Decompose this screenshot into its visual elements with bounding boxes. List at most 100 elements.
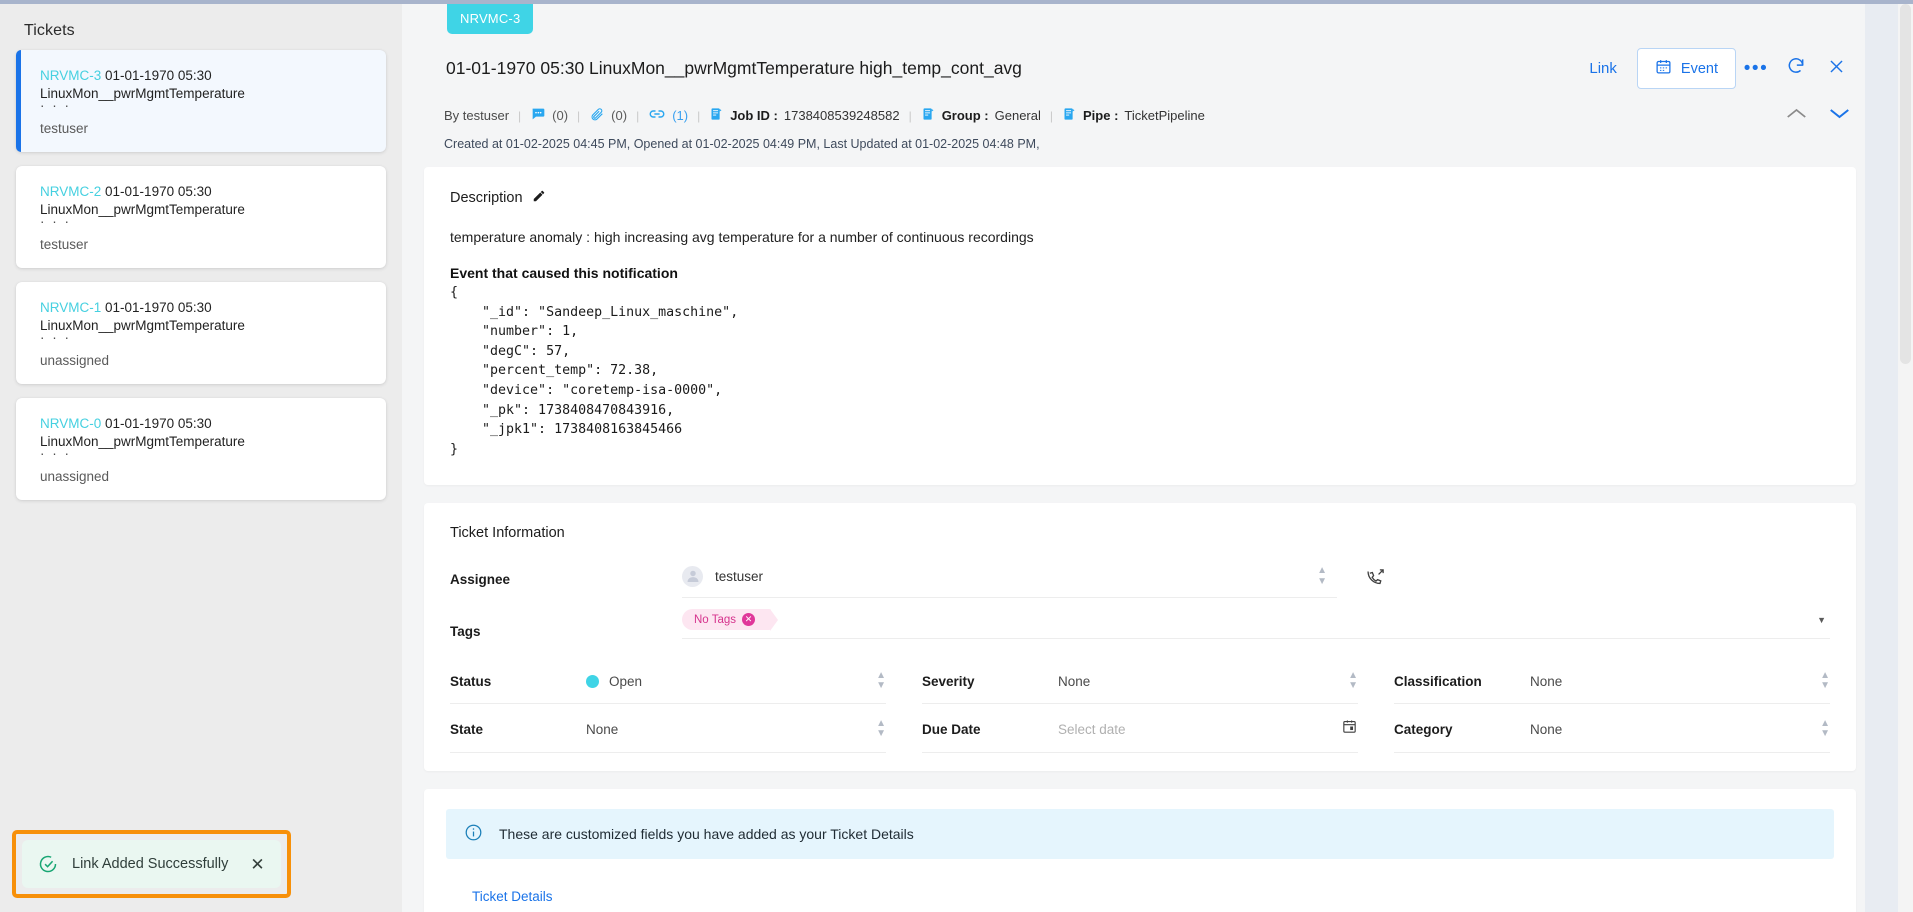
description-label: Description: [450, 190, 523, 206]
phone-forward-icon[interactable]: [1365, 567, 1386, 593]
ticket-subject: LinuxMon__pwrMgmtTemperature: [40, 318, 245, 333]
ticket-header: NRVMC-3 01-01-1970 05:30 LinuxMon__pwrMg…: [402, 4, 1880, 167]
tags-input[interactable]: No Tags ✕ ▼: [682, 606, 1830, 640]
job-id-field: Job ID : 1738408539248582: [709, 106, 900, 125]
list-item[interactable]: NRVMC-2 01-01-1970 05:30 LinuxMon__pwrMg…: [16, 166, 386, 268]
job-id-label: Job ID :: [730, 108, 778, 123]
calendar-icon: [1655, 58, 1672, 79]
event-button-label: Event: [1680, 60, 1718, 77]
tab-ticket-details[interactable]: Ticket Details: [446, 879, 579, 912]
calendar-icon[interactable]: [1341, 718, 1358, 740]
ticket-code[interactable]: NRVMC-2: [40, 184, 101, 199]
sidebar-title: Tickets: [24, 22, 75, 39]
assignee-label: Assignee: [450, 572, 511, 588]
paperclip-icon: [589, 106, 605, 125]
info-banner-text: These are customized fields you have add…: [499, 826, 914, 843]
attachments-count: (0): [611, 108, 628, 123]
event-button[interactable]: Event: [1636, 48, 1736, 89]
ticket-code[interactable]: NRVMC-1: [40, 300, 101, 315]
description-card: Description temperature anomaly : high i…: [424, 167, 1856, 486]
next-ticket-button[interactable]: [1829, 107, 1850, 125]
status-value: Open: [609, 673, 643, 689]
group-value: General: [994, 108, 1041, 123]
refresh-button[interactable]: [1776, 50, 1816, 88]
state-caret-icon[interactable]: ▲ ▼: [876, 719, 886, 739]
ticket-truncation: · · ·: [40, 214, 71, 229]
event-section-title: Event that caused this notification: [450, 265, 678, 281]
category-caret-icon[interactable]: ▲ ▼: [1820, 719, 1830, 739]
event-json: { "_id": "Sandeep_Linux_maschine", "numb…: [450, 285, 739, 457]
field-status[interactable]: Status Open ▲ ▼: [450, 657, 886, 705]
ticket-code[interactable]: NRVMC-3: [40, 68, 101, 83]
ticket-datetime: 01-01-1970 05:30: [105, 184, 212, 199]
check-circle-icon: [38, 854, 58, 874]
links-indicator[interactable]: (1): [648, 105, 688, 126]
status-caret-icon[interactable]: ▲ ▼: [876, 671, 886, 691]
job-icon: [709, 106, 724, 125]
edit-icon[interactable]: [532, 189, 546, 207]
more-options-button[interactable]: •••: [1736, 50, 1776, 88]
section-title: Ticket Information: [450, 525, 565, 542]
link-chain-icon: [648, 105, 666, 126]
job-id-value: 1738408539248582: [783, 108, 900, 123]
comment-icon: [530, 106, 546, 125]
meta-separator: |: [1049, 108, 1053, 123]
header-actions: Link Event •••: [1575, 48, 1856, 89]
ticket-subject: LinuxMon__pwrMgmtTemperature: [40, 86, 245, 101]
ticket-datetime: 01-01-1970 05:30: [105, 416, 212, 431]
comments-indicator[interactable]: (0): [530, 106, 568, 125]
severity-caret-icon[interactable]: ▲ ▼: [1348, 671, 1358, 691]
field-severity[interactable]: Severity None ▲ ▼: [922, 657, 1358, 705]
ticket-subject: LinuxMon__pwrMgmtTemperature: [40, 202, 245, 217]
severity-value: None: [1058, 673, 1091, 689]
ticket-datetime: 01-01-1970 05:30: [105, 68, 212, 83]
refresh-icon: [1786, 56, 1806, 81]
list-item[interactable]: NRVMC-1 01-01-1970 05:30 LinuxMon__pwrMg…: [16, 282, 386, 384]
field-category[interactable]: Category None ▲ ▼: [1394, 704, 1830, 754]
assignee-select[interactable]: testuser ▲ ▼: [682, 561, 1337, 599]
ticket-meta: By testuser | (0) | (0) | (1) | Job ID:…: [422, 89, 1856, 126]
toast-close-icon[interactable]: ✕: [250, 856, 264, 873]
assignee-value: testuser: [715, 568, 764, 584]
tag-chip[interactable]: No Tags ✕: [682, 609, 778, 632]
field-due-date[interactable]: Due Date Select date: [922, 704, 1358, 754]
user-avatar-icon: [682, 565, 703, 587]
group-field: Group : General: [921, 106, 1041, 125]
classification-label: Classification: [1394, 673, 1482, 689]
ticket-information-card: Ticket Information Assignee testuser ▲▼: [424, 503, 1856, 772]
ticket-assignee: testuser: [40, 121, 89, 136]
attachments-indicator[interactable]: (0): [589, 106, 627, 125]
category-label: Category: [1394, 721, 1453, 737]
meta-separator: |: [636, 108, 640, 123]
pipe-field: Pipe : TicketPipeline: [1062, 106, 1205, 125]
vertical-scrollbar-thumb[interactable]: [1900, 4, 1911, 364]
ticket-assignee: testuser: [40, 237, 89, 252]
classification-caret-icon[interactable]: ▲ ▼: [1820, 671, 1830, 691]
prev-ticket-button[interactable]: [1786, 107, 1807, 125]
tags-dropdown-icon[interactable]: ▼: [1817, 615, 1830, 625]
classification-value: None: [1530, 673, 1563, 689]
toast-message: Link Added Successfully: [72, 856, 229, 872]
link-button[interactable]: Link: [1575, 54, 1631, 83]
tag-remove-icon[interactable]: ✕: [741, 613, 755, 627]
meta-separator: |: [518, 108, 522, 123]
list-item[interactable]: NRVMC-3 01-01-1970 05:30 LinuxMon__pwrMg…: [16, 50, 386, 152]
comments-count: (0): [552, 108, 569, 123]
ticket-code[interactable]: NRVMC-0: [40, 416, 101, 431]
ticket-card-line1: NRVMC-1 01-01-1970 05:30: [40, 298, 368, 317]
ticket-truncation: · · ·: [40, 330, 71, 345]
field-state[interactable]: State None ▲ ▼: [450, 704, 886, 754]
pipe-label: Pipe :: [1083, 108, 1119, 123]
meta-separator: |: [577, 108, 581, 123]
ticket-card-line1: NRVMC-3 01-01-1970 05:30: [40, 66, 368, 85]
due-date-value: Select date: [1058, 721, 1126, 737]
page-edge-strip: [1865, 4, 1898, 912]
group-label: Group :: [941, 108, 989, 123]
group-icon: [921, 106, 936, 125]
due-date-label: Due Date: [922, 721, 981, 737]
status-badge: NRVMC-3: [447, 4, 534, 34]
list-item[interactable]: NRVMC-0 01-01-1970 05:30 LinuxMon__pwrMg…: [16, 398, 386, 500]
close-button[interactable]: [1816, 50, 1856, 88]
field-classification[interactable]: Classification None ▲ ▼: [1394, 657, 1830, 705]
page-title: 01-01-1970 05:30 LinuxMon__pwrMgmtTemper…: [446, 58, 1022, 78]
